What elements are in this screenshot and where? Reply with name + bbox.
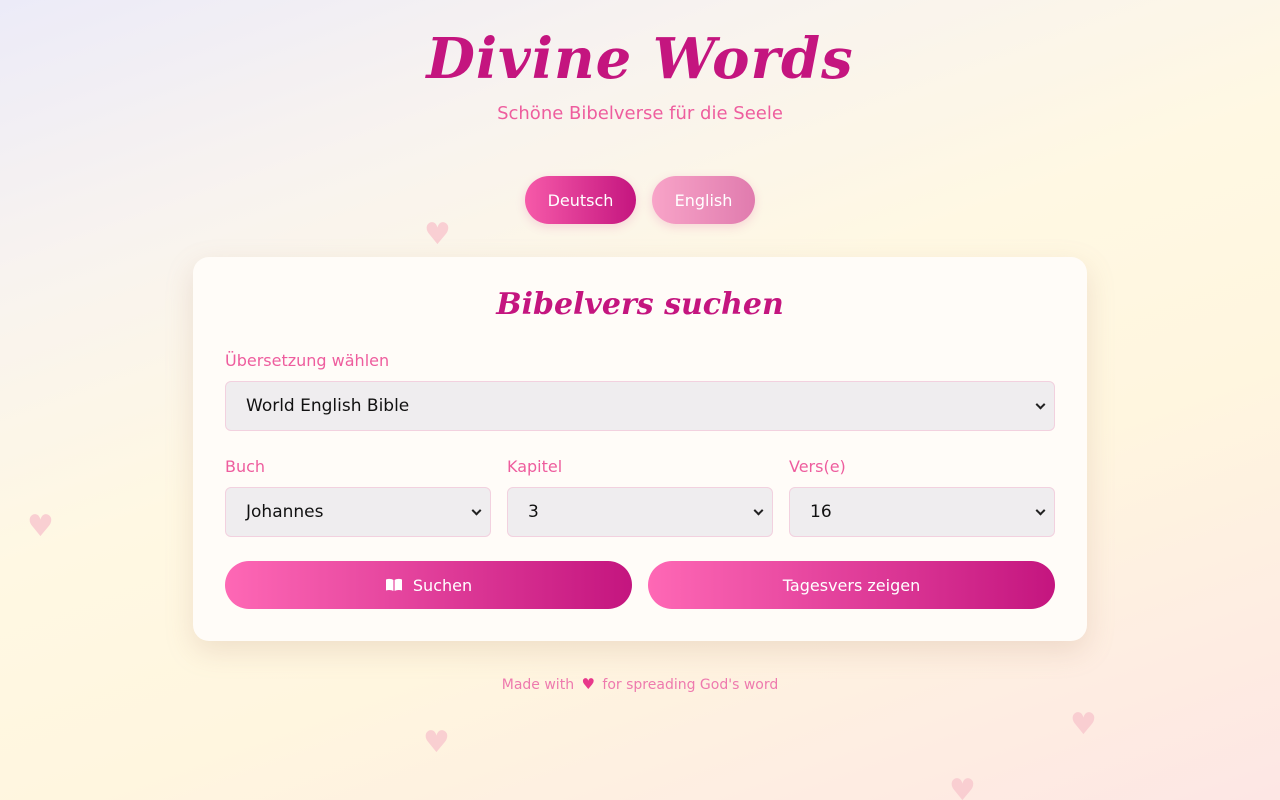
chevron-down-icon — [1035, 505, 1046, 516]
chapter-select-value: 3 — [528, 502, 539, 522]
heart-icon: ♥ — [581, 675, 595, 693]
heart-icon: ♥ — [949, 773, 976, 800]
translation-label: Übersetzung wählen — [225, 351, 390, 370]
page-title: Divine Words — [426, 26, 854, 92]
footer-suffix: for spreading God's word — [602, 677, 779, 693]
heart-icon: ♥ — [423, 725, 450, 760]
search-card: Bibelvers suchen Übersetzung wählen Worl… — [193, 257, 1087, 641]
search-card-title: Bibelvers suchen — [496, 287, 784, 322]
heart-icon: ♥ — [1070, 707, 1097, 742]
page-subtitle: Schöne Bibelverse für die Seele — [497, 103, 783, 124]
heart-icon: ♥ — [27, 509, 54, 544]
translation-select-value: World English Bible — [246, 396, 410, 416]
book-open-icon — [385, 578, 402, 591]
book-select[interactable]: Johannes — [225, 487, 491, 537]
book-select-value: Johannes — [246, 502, 324, 522]
language-button-deutsch[interactable]: Deutsch — [525, 176, 636, 224]
language-button-english[interactable]: English — [652, 176, 755, 224]
footer-prefix: Made with — [501, 677, 575, 693]
search-button[interactable]: Suchen — [225, 561, 632, 609]
verse-label: Vers(e) — [789, 457, 846, 476]
chapter-select[interactable]: 3 — [507, 487, 773, 537]
chevron-down-icon — [753, 505, 764, 516]
daily-verse-button-label: Tagesvers zeigen — [782, 575, 921, 595]
chevron-down-icon — [1035, 399, 1046, 410]
book-label: Buch — [225, 457, 266, 476]
search-button-label: Suchen — [412, 575, 473, 595]
footer: Made with ♥ for spreading God's word — [0, 675, 1280, 693]
verse-select-value: 16 — [810, 502, 832, 522]
chapter-label: Kapitel — [507, 457, 563, 476]
heart-icon: ♥ — [424, 217, 451, 252]
translation-select[interactable]: World English Bible — [225, 381, 1055, 431]
verse-select[interactable]: 16 — [789, 487, 1055, 537]
chevron-down-icon — [471, 505, 482, 516]
daily-verse-button[interactable]: Tagesvers zeigen — [648, 561, 1055, 609]
